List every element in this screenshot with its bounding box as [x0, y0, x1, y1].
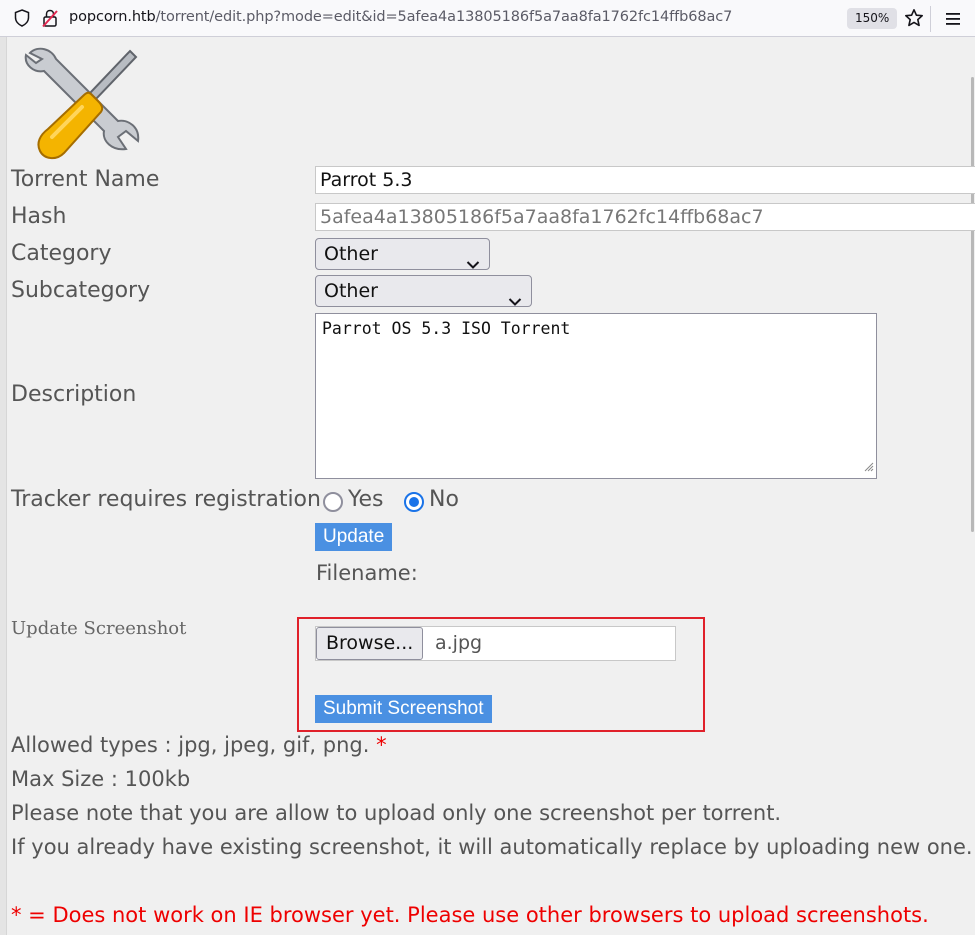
- zoom-level-badge[interactable]: 150%: [847, 8, 898, 29]
- browse-button[interactable]: Browse...: [316, 627, 424, 660]
- ie-warning-note: * = Does not work on IE browser yet. Ple…: [11, 903, 929, 927]
- insecure-lock-icon[interactable]: [41, 8, 59, 32]
- update-screenshot-label: Update Screenshot: [11, 618, 187, 639]
- torrent-name-input[interactable]: Parrot 5.3: [315, 166, 975, 194]
- filename-label: Filename:: [316, 561, 418, 585]
- hash-input[interactable]: 5afea4a13805186f5a7aa8fa1762fc14ffb68ac7: [315, 203, 975, 231]
- bookmark-star-icon[interactable]: [904, 8, 924, 32]
- tools-icon: [22, 45, 150, 167]
- hash-label: Hash: [11, 204, 67, 229]
- subcategory-selected-value: Other: [324, 280, 378, 302]
- subcategory-select[interactable]: Other: [315, 275, 532, 307]
- selected-file-name: a.jpg: [435, 632, 483, 654]
- description-text: Parrot OS 5.3 ISO Torrent: [322, 319, 571, 338]
- update-button[interactable]: Update: [315, 523, 393, 551]
- required-asterisk: *: [376, 733, 387, 757]
- url-host: popcorn.htb: [69, 9, 156, 25]
- hamburger-menu-icon[interactable]: [946, 11, 960, 30]
- scrollbar[interactable]: [971, 77, 974, 532]
- resize-grip-icon[interactable]: [864, 457, 874, 476]
- allowed-types-text: Allowed types : jpg, jpeg, gif, png.: [11, 733, 370, 757]
- max-size-note: Max Size : 100kb: [11, 767, 191, 791]
- chevron-down-icon: [508, 286, 522, 316]
- radio-yes[interactable]: [323, 492, 343, 512]
- submit-screenshot-button[interactable]: Submit Screenshot: [315, 695, 492, 723]
- browser-url-bar[interactable]: popcorn.htb/torrent/edit.php?mode=edit&i…: [0, 0, 975, 37]
- file-input[interactable]: Browse... a.jpg: [315, 626, 676, 661]
- replace-note: If you already have existing screenshot,…: [11, 835, 973, 859]
- page-left-border: [0, 37, 7, 935]
- radio-no-label[interactable]: No: [429, 487, 459, 512]
- description-textarea[interactable]: Parrot OS 5.3 ISO Torrent: [315, 313, 877, 479]
- page-content: Torrent Name Parrot 5.3 Hash 5afea4a1380…: [0, 37, 975, 935]
- category-label: Category: [11, 241, 112, 266]
- tracker-registration-label: Tracker requires registration: [11, 487, 321, 512]
- toolbar-separator: [930, 6, 931, 32]
- torrent-name-label: Torrent Name: [11, 167, 160, 192]
- allowed-types-note: Allowed types : jpg, jpeg, gif, png. *: [11, 733, 387, 757]
- url-text[interactable]: popcorn.htb/torrent/edit.php?mode=edit&i…: [69, 9, 732, 25]
- one-screenshot-note: Please note that you are allow to upload…: [11, 801, 782, 825]
- url-path: /torrent/edit.php?mode=edit&id=5afea4a13…: [155, 9, 733, 25]
- category-selected-value: Other: [324, 243, 378, 265]
- description-label: Description: [11, 382, 137, 407]
- shield-icon[interactable]: [14, 9, 30, 31]
- radio-no[interactable]: [404, 492, 424, 512]
- category-select[interactable]: Other: [315, 238, 490, 270]
- subcategory-label: Subcategory: [11, 278, 151, 303]
- radio-yes-label[interactable]: Yes: [348, 487, 384, 512]
